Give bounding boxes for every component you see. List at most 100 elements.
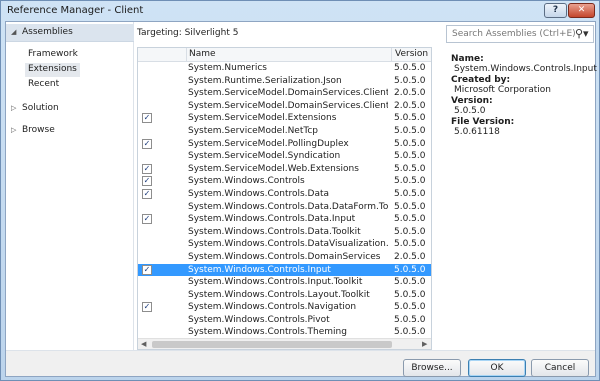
table-row[interactable]: System.Windows.Controls.Layout.Toolkit 5.… [138,289,431,302]
detail-version-label: Version: [451,96,493,106]
row-name: System.Windows.Controls.Layout.Toolkit [188,289,370,300]
scroll-left-arrow-icon[interactable]: ◀ [141,340,146,348]
row-version: 2.0.5.0 [394,100,426,111]
table-row[interactable]: System.Windows.Controls.Input.Toolkit 5.0… [138,276,431,289]
list-header: Name Version [138,48,431,62]
title-bar[interactable]: Reference Manager - Client ? ✕ [1,1,599,21]
row-name: System.ServiceModel.DomainServices.Clien… [188,88,388,99]
nav-section-solution[interactable]: ▷ Solution [6,100,134,118]
dialog-client-area: ◢ Assemblies Framework Extensions Recent… [5,21,597,377]
table-row[interactable]: System.ServiceModel.DomainServices.Clien… [138,100,431,113]
table-row[interactable]: System.ServiceModel.NetTcp 5.0.5.0 [138,125,431,138]
targeting-label: Targeting: Silverlight 5 [137,28,239,38]
column-header-name[interactable]: Name [186,48,391,62]
detail-created-value: Microsoft Corporation [454,85,551,95]
row-version: 5.0.5.0 [394,75,426,86]
list-rows: System.Numerics 5.0.5.0 System.Runtime.Ser… [138,62,431,339]
row-version: 5.0.5.0 [394,264,426,275]
nav-section-browse[interactable]: ▷ Browse [6,122,134,140]
table-row[interactable]: System.Windows.Controls.DomainServices 2.… [138,251,431,264]
column-header-version[interactable]: Version [391,48,431,62]
table-row[interactable]: System.Windows.Controls.DataVisualizatio… [138,238,431,251]
table-row[interactable]: ✓ System.ServiceModel.Extensions 5.0.5.0 [138,112,431,125]
row-name: System.ServiceModel.Web.Extensions [188,163,359,174]
row-version: 5.0.5.0 [394,151,426,162]
row-version: 5.0.5.0 [394,289,426,300]
table-row[interactable]: ✓ System.Windows.Controls.Data.Input 5.0.5… [138,213,431,226]
row-version: 5.0.5.0 [394,239,426,250]
search-placeholder: Search Assemblies (Ctrl+E) [452,29,576,39]
row-checkbox[interactable]: ✓ [142,188,152,199]
row-name: System.Windows.Controls.DataVisualizatio… [188,239,388,250]
row-name: System.ServiceModel.Syndication [188,151,341,162]
row-name: System.Windows.Controls.DomainServices [188,251,381,262]
nav-section-assemblies[interactable]: ◢ Assemblies [6,24,134,42]
row-checkbox[interactable]: ✓ [142,214,152,225]
browse-button[interactable]: Browse... [403,359,461,377]
row-version: 5.0.5.0 [394,314,426,325]
table-row[interactable]: ✓ System.Windows.Controls.Input 5.0.5.0 [138,263,431,277]
table-row[interactable]: ✓ System.Windows.Controls 5.0.5.0 [138,175,431,188]
nav-item-extensions[interactable]: Extensions [25,63,80,77]
table-row[interactable]: System.ServiceModel.Syndication 5.0.5.0 [138,150,431,163]
table-row[interactable]: System.ServiceModel.DomainServices.Clien… [138,87,431,100]
row-version: 5.0.5.0 [394,226,426,237]
collapsed-triangle-icon[interactable]: ▷ [11,126,16,134]
ok-button[interactable]: OK [468,359,526,377]
search-box[interactable]: Search Assemblies (Ctrl+E) ⚲▾ [446,25,594,43]
table-row[interactable]: System.Windows.Controls.Data.Toolkit 5.0.… [138,226,431,239]
collapsed-triangle-icon[interactable]: ▷ [11,104,16,112]
table-row[interactable]: System.Windows.Controls.Pivot 5.0.5.0 [138,314,431,327]
detail-name-label: Name: [451,54,484,64]
row-version: 5.0.5.0 [394,163,426,174]
table-row[interactable]: System.Windows.Controls.Data.DataForm.To… [138,201,431,214]
assemblies-list[interactable]: Name Version System.Numerics 5.0.5.0 Syste… [137,47,432,350]
row-version: 2.0.5.0 [394,88,426,99]
row-checkbox[interactable]: ✓ [142,264,152,275]
row-name: System.Numerics [188,63,268,73]
detail-file-version-label: File Version: [451,117,515,127]
table-row[interactable]: ✓ System.ServiceModel.Web.Extensions 5.0.5… [138,163,431,176]
scroll-right-arrow-icon[interactable]: ▶ [422,340,427,348]
nav-section-label: Assemblies [22,27,73,37]
nav-item-framework[interactable]: Framework [25,48,81,62]
table-row[interactable]: ✓ System.Windows.Controls.Data 5.0.5.0 [138,188,431,201]
row-name: System.Windows.Controls.Data.Input [188,214,356,225]
row-name: System.Windows.Controls [188,176,305,187]
detail-version-value: 5.0.5.0 [454,106,486,116]
row-version: 5.0.5.0 [394,201,426,212]
nav-section-label: Browse [22,125,55,135]
row-name: System.Windows.Controls.Input.Toolkit [188,277,363,288]
horizontal-scrollbar[interactable]: ◀ ▶ [138,338,431,349]
row-checkbox[interactable]: ✓ [142,302,152,313]
table-row[interactable]: ✓ System.Windows.Controls.Navigation 5.0.5… [138,301,431,314]
row-version: 5.0.5.0 [394,63,426,73]
search-icon[interactable]: ⚲▾ [575,27,589,40]
row-checkbox[interactable]: ✓ [142,163,152,174]
table-row[interactable]: System.Numerics 5.0.5.0 [138,62,431,75]
window-title: Reference Manager - Client [7,5,144,16]
row-name: System.Windows.Controls.Input [188,264,331,275]
row-version: 5.0.5.0 [394,113,426,124]
row-checkbox[interactable]: ✓ [142,113,152,124]
row-checkbox[interactable]: ✓ [142,176,152,187]
expanded-triangle-icon[interactable]: ◢ [11,28,16,36]
cancel-button[interactable]: Cancel [531,359,589,377]
table-row[interactable]: ✓ System.ServiceModel.PollingDuplex 5.0.5.… [138,138,431,151]
row-version: 5.0.5.0 [394,138,426,149]
nav-item-recent[interactable]: Recent [25,78,62,92]
row-version: 5.0.5.0 [394,176,426,187]
row-name: System.ServiceModel.PollingDuplex [188,138,349,149]
horizontal-scroll-thumb[interactable] [152,341,392,348]
table-row[interactable]: System.Runtime.Serialization.Json 5.0.5.0 [138,75,431,88]
detail-name-value: System.Windows.Controls.Input [454,64,597,74]
row-name: System.Windows.Controls.Data.Toolkit [188,226,361,237]
detail-file-version-value: 5.0.61118 [454,127,500,137]
row-version: 5.0.5.0 [394,214,426,225]
row-name: System.ServiceModel.NetTcp [188,125,318,136]
close-button[interactable]: ✕ [568,3,595,18]
assembly-details: Name: System.Windows.Controls.Input Crea… [451,54,597,138]
help-button[interactable]: ? [544,3,567,18]
row-version: 5.0.5.0 [394,277,426,288]
row-checkbox[interactable]: ✓ [142,138,152,149]
